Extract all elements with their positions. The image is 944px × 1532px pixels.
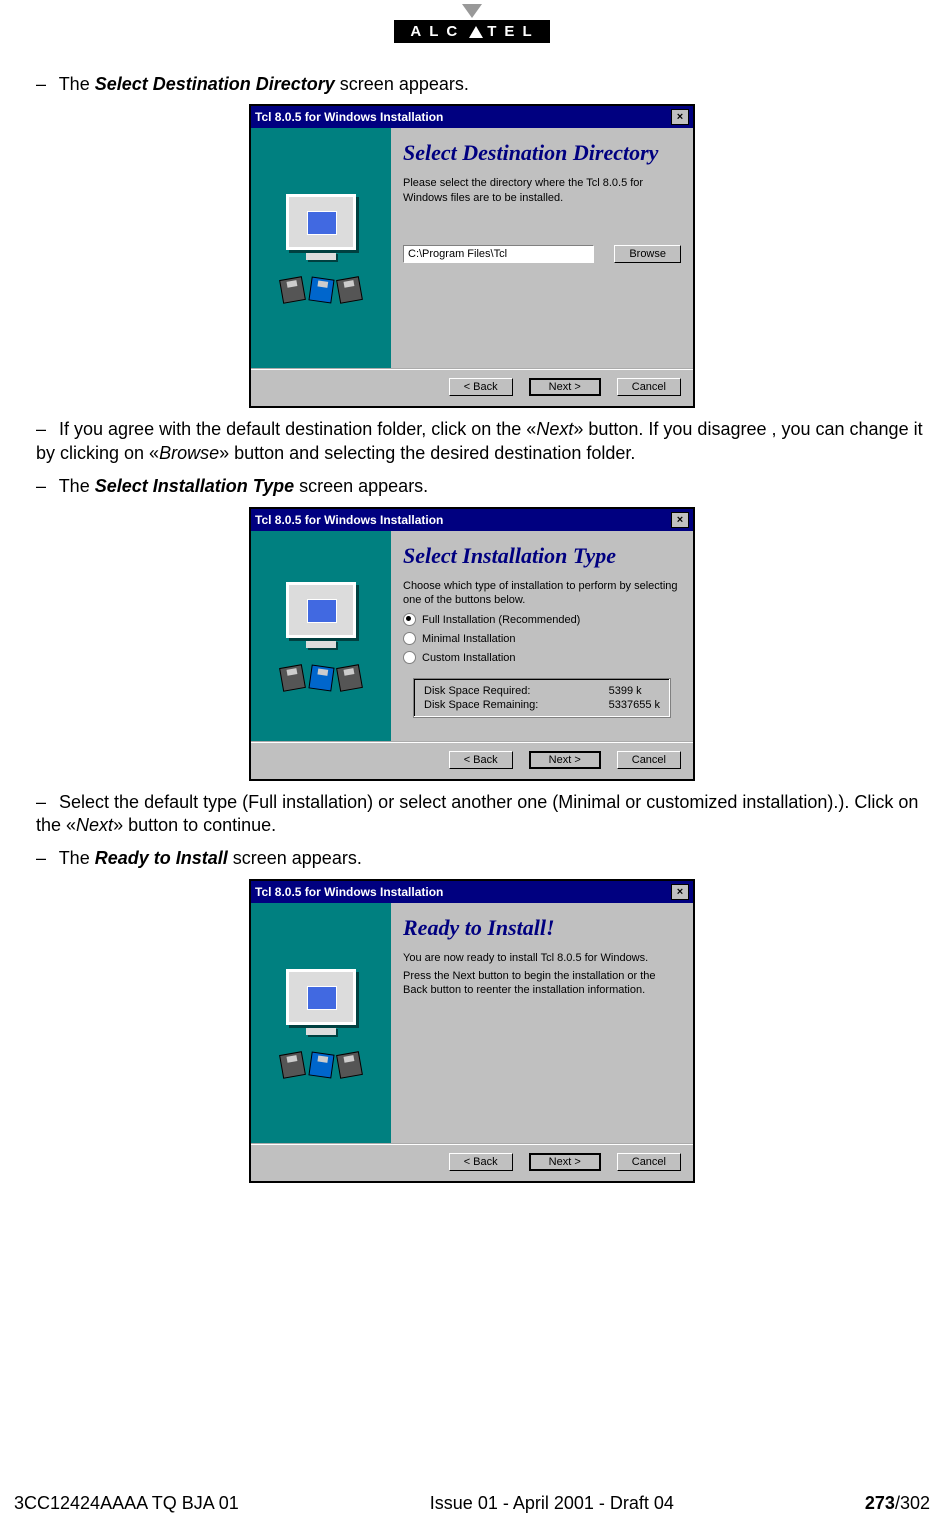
window-title: Tcl 8.0.5 for Windows Installation (255, 513, 443, 527)
floppy-icon (336, 664, 362, 692)
floppy-icon (308, 277, 334, 304)
computer-icon (281, 194, 361, 302)
radio-label: Custom Installation (422, 652, 516, 664)
step1-intro: – The Select Destination Directory scree… (36, 73, 930, 96)
alcatel-logo: ALCTEL (394, 4, 549, 43)
dialog-heading: Ready to Install! (403, 915, 681, 941)
floppy-icon (308, 1051, 334, 1078)
step3-intro: – The Ready to Install screen appears. (36, 847, 930, 870)
brand-letter: A (410, 23, 429, 40)
brand-letter: E (504, 23, 522, 40)
dialog-paragraph: You are now ready to install Tcl 8.0.5 f… (403, 951, 681, 965)
step2-after: – Select the default type (Full installa… (36, 791, 930, 838)
disk-remaining-label: Disk Space Remaining: (424, 699, 609, 711)
radio-icon (403, 651, 416, 664)
window-title: Tcl 8.0.5 for Windows Installation (255, 110, 443, 124)
dialog-sidebar-graphic (251, 903, 391, 1143)
text: The (59, 74, 95, 94)
disk-remaining-value: 5337655 k (609, 699, 660, 711)
brand-letter: L (522, 23, 539, 40)
step2-intro: – The Select Installation Type screen ap… (36, 475, 930, 498)
cancel-button[interactable]: Cancel (617, 751, 681, 769)
select-destination-dialog: Tcl 8.0.5 for Windows Installation × (249, 104, 695, 408)
dialog-paragraph: Choose which type of installation to per… (403, 579, 681, 608)
text: screen appears. (335, 74, 469, 94)
titlebar: Tcl 8.0.5 for Windows Installation × (251, 509, 693, 531)
cancel-button[interactable]: Cancel (617, 378, 681, 396)
screen-name: Ready to Install (95, 848, 228, 868)
radio-full-installation[interactable]: Full Installation (Recommended) (403, 613, 681, 626)
next-button[interactable]: Next > (529, 1153, 601, 1171)
step1-after: – If you agree with the default destinat… (36, 418, 930, 465)
select-installation-type-dialog: Tcl 8.0.5 for Windows Installation × (249, 507, 695, 781)
ready-to-install-dialog: Tcl 8.0.5 for Windows Installation × (249, 879, 695, 1183)
radio-minimal-installation[interactable]: Minimal Installation (403, 632, 681, 645)
titlebar: Tcl 8.0.5 for Windows Installation × (251, 106, 693, 128)
dialog-heading: Select Installation Type (403, 543, 681, 569)
dialog-paragraph: Please select the directory where the Tc… (403, 176, 681, 205)
close-icon[interactable]: × (671, 512, 689, 528)
radio-icon (403, 613, 416, 626)
dialog-heading: Select Destination Directory (403, 140, 681, 166)
disk-space-box: Disk Space Required: 5399 k Disk Space R… (413, 678, 671, 718)
disk-required-value: 5399 k (609, 685, 660, 697)
floppy-icon (336, 277, 362, 305)
back-button[interactable]: < Back (449, 378, 513, 396)
computer-icon (281, 582, 361, 690)
issue-info: Issue 01 - April 2001 - Draft 04 (430, 1493, 674, 1514)
close-icon[interactable]: × (671, 109, 689, 125)
close-icon[interactable]: × (671, 884, 689, 900)
screen-name: Select Destination Directory (95, 74, 335, 94)
next-button[interactable]: Next > (529, 378, 601, 396)
back-button[interactable]: < Back (449, 1153, 513, 1171)
titlebar: Tcl 8.0.5 for Windows Installation × (251, 881, 693, 903)
next-button[interactable]: Next > (529, 751, 601, 769)
page-footer: 3CC12424AAAA TQ BJA 01 Issue 01 - April … (14, 1493, 930, 1514)
text: The (59, 848, 95, 868)
brand-letter: C (446, 23, 465, 40)
back-button[interactable]: < Back (449, 751, 513, 769)
disk-required-label: Disk Space Required: (424, 685, 609, 697)
logo-triangle-icon (462, 4, 482, 18)
text: The (59, 476, 95, 496)
dialog-paragraph: Press the Next button to begin the insta… (403, 969, 681, 998)
computer-icon (281, 969, 361, 1077)
browse-button[interactable]: Browse (614, 245, 681, 263)
radio-label: Full Installation (Recommended) (422, 614, 580, 626)
text: screen appears. (294, 476, 428, 496)
screen-name: Select Installation Type (95, 476, 294, 496)
radio-label: Minimal Installation (422, 633, 516, 645)
window-title: Tcl 8.0.5 for Windows Installation (255, 885, 443, 899)
cancel-button[interactable]: Cancel (617, 1153, 681, 1171)
floppy-icon (308, 664, 334, 691)
destination-path-input[interactable]: C:\Program Files\Tcl (403, 245, 594, 263)
dialog-sidebar-graphic (251, 128, 391, 368)
logo-inner-triangle-icon (469, 26, 483, 38)
brand-header: ALCTEL (14, 4, 930, 43)
floppy-icon (279, 664, 305, 692)
floppy-icon (279, 1051, 305, 1079)
radio-custom-installation[interactable]: Custom Installation (403, 651, 681, 664)
brand-letter: T (487, 23, 504, 40)
text: screen appears. (228, 848, 362, 868)
radio-icon (403, 632, 416, 645)
brand-letter: L (429, 23, 446, 40)
page-number: 273/302 (865, 1493, 930, 1514)
dialog-sidebar-graphic (251, 531, 391, 741)
floppy-icon (336, 1051, 362, 1079)
document-id: 3CC12424AAAA TQ BJA 01 (14, 1493, 239, 1514)
floppy-icon (279, 277, 305, 305)
